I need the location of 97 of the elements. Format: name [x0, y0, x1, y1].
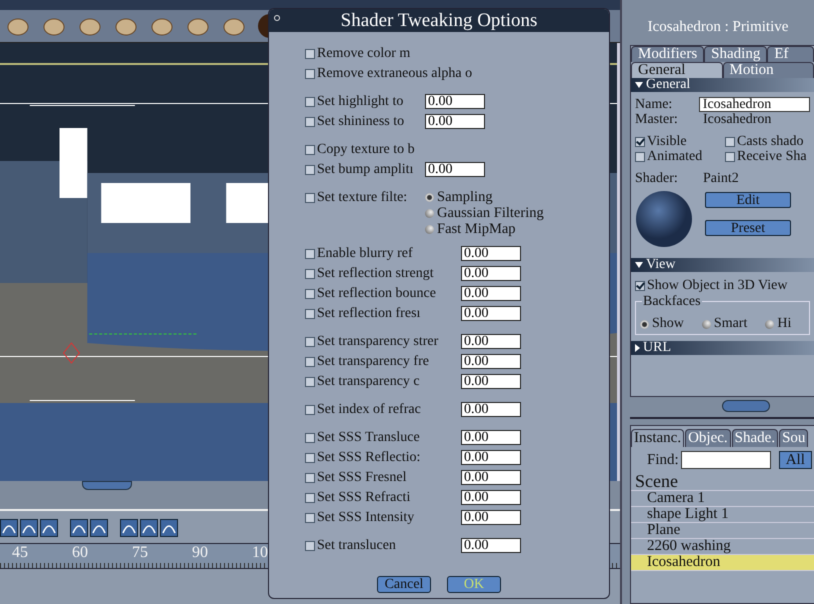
option-checkbox[interactable]: Receive Sha [725, 149, 814, 164]
splitter-handle[interactable] [722, 400, 770, 412]
window-close-icon[interactable] [274, 15, 280, 21]
option-checkbox[interactable]: Animated [635, 149, 725, 164]
shader-button[interactable]: Preset [705, 220, 791, 236]
option-checkbox[interactable]: Set index of refrac [305, 401, 421, 419]
option-checkbox[interactable]: Set SSS Transluce [305, 429, 420, 447]
properties-tab[interactable]: Shading [704, 46, 768, 62]
ruler-label: 75 [132, 544, 148, 562]
option-checkbox[interactable]: Set SSS Fresnel [305, 469, 406, 487]
option-checkbox[interactable]: Set translucen [305, 537, 396, 555]
tree-item[interactable]: Scene [631, 473, 814, 491]
name-label: Name: [635, 97, 674, 112]
tree-item[interactable]: Plane [631, 523, 814, 539]
option-checkbox[interactable]: Casts shado [725, 134, 814, 149]
backfaces-radio[interactable]: Smart [702, 316, 748, 332]
shader-label: Shader: [635, 171, 679, 186]
option-checkbox[interactable]: Set bump amplitı [305, 161, 414, 179]
value-field[interactable]: 0.00 [461, 510, 521, 525]
properties-tab[interactable]: Modifiers [631, 46, 704, 62]
value-field[interactable]: 0.00 [461, 490, 521, 505]
value-field[interactable]: 0.00 [425, 94, 485, 109]
option-checkbox[interactable]: Enable blurry ref [305, 245, 413, 263]
properties-tab[interactable]: Ef [767, 46, 814, 62]
browser-tab[interactable]: Sou [779, 429, 808, 447]
value-field[interactable]: 0.00 [461, 470, 521, 485]
value-field[interactable]: 0.00 [461, 374, 521, 389]
curve-tool-button[interactable] [40, 519, 58, 537]
curve-tool-button[interactable] [90, 519, 108, 537]
shader-sphere-icon [635, 190, 693, 248]
option-checkbox[interactable]: Set transparency c [305, 373, 420, 391]
value-field[interactable]: 0.00 [461, 266, 521, 281]
filter-radio[interactable]: Fast MipMap [425, 221, 544, 237]
option-checkbox[interactable]: Set texture filte: [305, 189, 408, 207]
value-field[interactable]: 0.00 [425, 162, 485, 177]
ruler-label: 45 [12, 544, 28, 562]
option-checkbox[interactable]: Set transparency strer [305, 333, 438, 351]
value-field[interactable]: 0.00 [461, 306, 521, 321]
curve-tool-button[interactable] [160, 519, 178, 537]
shader-button[interactable]: Edit [705, 192, 791, 208]
show-object-checkbox[interactable]: Show Object in 3D View [635, 278, 810, 294]
browser-tab[interactable]: Shade. [732, 429, 778, 447]
value-field[interactable]: 0.00 [461, 450, 521, 465]
value-field[interactable]: 0.00 [425, 114, 485, 129]
option-checkbox[interactable]: Set reflection bounce [305, 285, 436, 303]
curve-tool-button[interactable] [20, 519, 38, 537]
curve-tool-button[interactable] [0, 519, 18, 537]
option-checkbox[interactable]: Set transparency fre [305, 353, 429, 371]
ruler-label: 60 [72, 544, 88, 562]
backfaces-radio[interactable]: Show [640, 316, 684, 332]
option-checkbox[interactable]: Set shininess to [305, 113, 404, 131]
section-header[interactable]: URL [631, 341, 814, 355]
section-header[interactable]: General [631, 78, 814, 92]
curve-tool-button[interactable] [140, 519, 158, 537]
value-field[interactable]: 0.00 [461, 334, 521, 349]
option-checkbox[interactable]: Set SSS Intensity [305, 509, 414, 527]
option-checkbox[interactable]: Remove color m [305, 45, 410, 63]
dialog-title: Shader Tweaking Options [340, 10, 538, 32]
section-header[interactable]: View [631, 258, 814, 272]
splitter-handle[interactable] [82, 481, 132, 490]
master-label: Master: [635, 112, 679, 127]
option-checkbox[interactable]: Set SSS Refracti [305, 489, 410, 507]
value-field[interactable]: 0.00 [461, 402, 521, 417]
all-button[interactable]: All [778, 451, 812, 469]
find-label: Find: [647, 452, 679, 468]
tree-item[interactable]: Camera 1 [631, 491, 814, 507]
curve-tool-button[interactable] [120, 519, 138, 537]
master-value: Icosahedron [703, 112, 772, 127]
value-field[interactable]: 0.00 [461, 430, 521, 445]
shader-value: Paint2 [703, 171, 739, 186]
tree-item[interactable]: Icosahedron [631, 555, 814, 571]
value-field[interactable]: 0.00 [461, 354, 521, 369]
value-field[interactable]: 0.00 [461, 538, 521, 553]
filter-radio[interactable]: Gaussian Filtering [425, 205, 544, 221]
value-field[interactable]: 0.00 [461, 246, 521, 261]
option-checkbox[interactable]: Set SSS Reflectio: [305, 449, 420, 467]
properties-tab[interactable]: General [631, 62, 722, 78]
option-checkbox[interactable]: Set reflection fresı [305, 305, 420, 323]
browser-tab[interactable]: Objec. [685, 429, 731, 447]
filter-radio[interactable]: Sampling [425, 189, 544, 205]
browser-tab[interactable]: Instanc. [631, 429, 684, 447]
option-checkbox[interactable]: Visible [635, 134, 725, 149]
name-field[interactable]: Icosahedron [698, 97, 810, 112]
find-field[interactable] [680, 451, 771, 469]
tree-item[interactable]: shape Light 1 [631, 507, 814, 523]
object-title: Icosahedron : Primitive [646, 18, 790, 37]
dialog-button[interactable]: Cancel [377, 576, 431, 593]
ruler-label: 10 [252, 544, 268, 562]
option-checkbox[interactable]: Set highlight to [305, 93, 404, 111]
value-field[interactable]: 0.00 [461, 286, 521, 301]
backfaces-radio[interactable]: Hi [765, 316, 792, 332]
option-checkbox[interactable]: Set reflection strengt [305, 265, 434, 283]
properties-tab[interactable]: Motion [722, 62, 814, 78]
option-checkbox[interactable]: Copy texture to b [305, 141, 415, 159]
curve-tool-button[interactable] [70, 519, 88, 537]
option-checkbox[interactable]: Remove extraneous alpha o [305, 65, 472, 83]
ruler-label: 90 [192, 544, 208, 562]
